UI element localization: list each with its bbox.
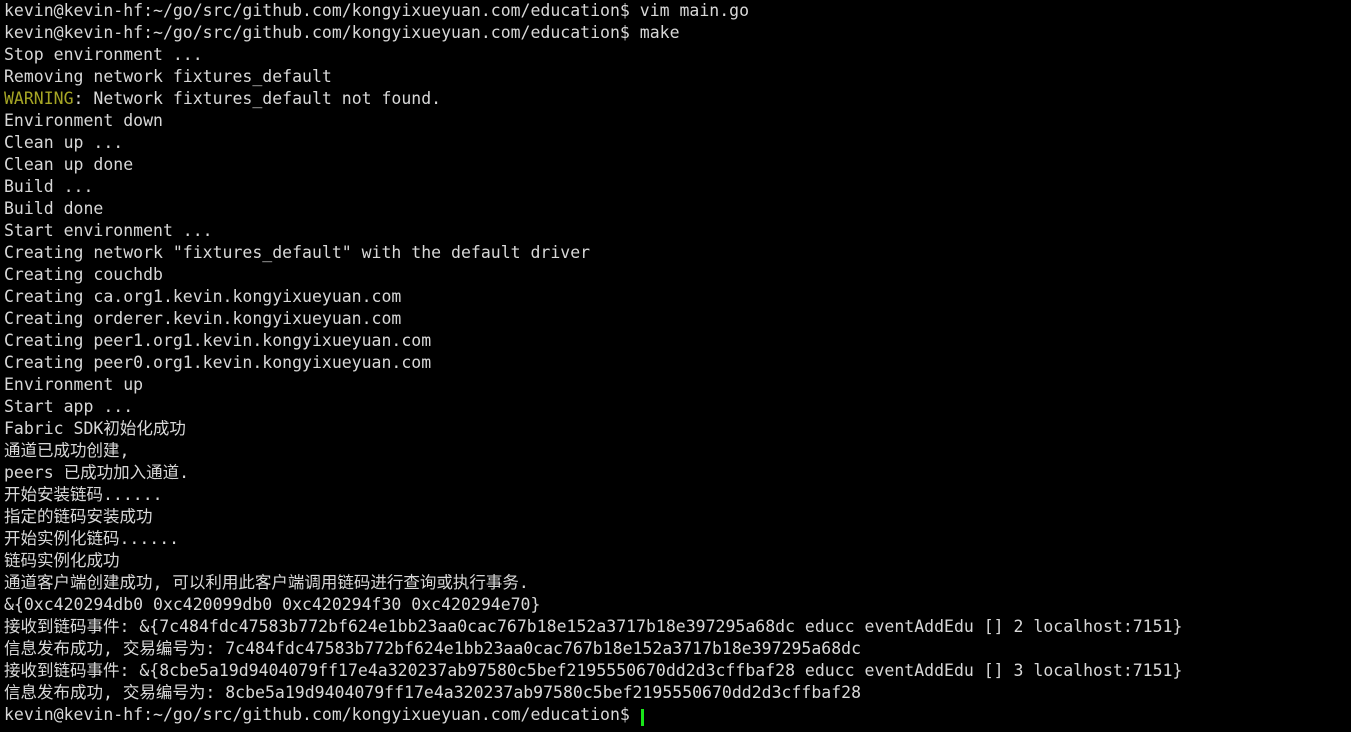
terminal-line: Creating couchdb <box>4 264 1351 286</box>
terminal-line-text: Clean up done <box>4 155 134 174</box>
terminal-line: 信息发布成功, 交易编号为: 7c484fdc47583b772bf624e1b… <box>4 638 1351 660</box>
terminal-line: 链码实例化成功 <box>4 550 1351 572</box>
terminal-line: Creating peer1.org1.kevin.kongyixueyuan.… <box>4 330 1351 352</box>
terminal-line: Environment up <box>4 374 1351 396</box>
terminal-line: kevin@kevin-hf:~/go/src/github.com/kongy… <box>4 22 1351 44</box>
terminal-line: peers 已成功加入通道. <box>4 462 1351 484</box>
terminal-line-text: Creating couchdb <box>4 265 163 284</box>
terminal-line: Clean up done <box>4 154 1351 176</box>
terminal-line-text: Start app ... <box>4 397 134 416</box>
terminal-line-text: kevin@kevin-hf:~/go/src/github.com/kongy… <box>4 705 640 724</box>
terminal-line: 指定的链码安装成功 <box>4 506 1351 528</box>
terminal-line: Start environment ... <box>4 220 1351 242</box>
text-cursor <box>640 709 644 726</box>
terminal-line-text: Build done <box>4 199 104 218</box>
terminal-line: 接收到链码事件: &{7c484fdc47583b772bf624e1bb23a… <box>4 616 1351 638</box>
terminal-line-text: Creating peer0.org1.kevin.kongyixueyuan.… <box>4 353 432 372</box>
terminal-line-text: : Network fixtures_default not found. <box>73 89 442 108</box>
terminal-line-text: &{0xc420294db0 0xc420099db0 0xc420294f30… <box>4 595 541 614</box>
terminal-line: kevin@kevin-hf:~/go/src/github.com/kongy… <box>4 0 1351 22</box>
terminal-line: WARNING: Network fixtures_default not fo… <box>4 88 1351 110</box>
terminal-line: 通道客户端创建成功, 可以利用此客户端调用链码进行查询或执行事务. <box>4 572 1351 594</box>
terminal-line: 信息发布成功, 交易编号为: 8cbe5a19d9404079ff17e4a32… <box>4 682 1351 704</box>
terminal-line-text: Clean up ... <box>4 133 124 152</box>
terminal-line-text: Stop environment ... <box>4 45 203 64</box>
terminal-line-text: Environment up <box>4 375 144 394</box>
terminal-line: Creating network "fixtures_default" with… <box>4 242 1351 264</box>
terminal-line: Start app ... <box>4 396 1351 418</box>
terminal-line-text: Creating orderer.kevin.kongyixueyuan.com <box>4 309 402 328</box>
terminal-line-text: 信息发布成功, 交易编号为: 7c484fdc47583b772bf624e1b… <box>4 639 862 658</box>
terminal-line: Fabric SDK初始化成功 <box>4 418 1351 440</box>
terminal-line: Removing network fixtures_default <box>4 66 1351 88</box>
terminal-line-text: Creating peer1.org1.kevin.kongyixueyuan.… <box>4 331 432 350</box>
terminal-line-text: Environment down <box>4 111 163 130</box>
terminal-line: Build done <box>4 198 1351 220</box>
terminal-line: 接收到链码事件: &{8cbe5a19d9404079ff17e4a320237… <box>4 660 1351 682</box>
terminal-line-text: kevin@kevin-hf:~/go/src/github.com/kongy… <box>4 1 750 20</box>
terminal-line-text: 通道客户端创建成功, 可以利用此客户端调用链码进行查询或执行事务. <box>4 573 529 592</box>
terminal-line-text: Build ... <box>4 177 94 196</box>
terminal-line: &{0xc420294db0 0xc420099db0 0xc420294f30… <box>4 594 1351 616</box>
terminal-line: Clean up ... <box>4 132 1351 154</box>
terminal-line: kevin@kevin-hf:~/go/src/github.com/kongy… <box>4 704 1351 726</box>
terminal-line: Environment down <box>4 110 1351 132</box>
terminal-line-text: Removing network fixtures_default <box>4 67 332 86</box>
terminal-line-text: 指定的链码安装成功 <box>4 507 153 526</box>
terminal-line: Creating peer0.org1.kevin.kongyixueyuan.… <box>4 352 1351 374</box>
terminal-line-text: 链码实例化成功 <box>4 551 120 570</box>
terminal-line-text: 接收到链码事件: &{7c484fdc47583b772bf624e1bb23a… <box>4 617 1183 636</box>
terminal-line: Build ... <box>4 176 1351 198</box>
terminal-line-text: Creating ca.org1.kevin.kongyixueyuan.com <box>4 287 402 306</box>
terminal-line-text: Fabric SDK初始化成功 <box>4 419 186 438</box>
terminal-line-text: 接收到链码事件: &{8cbe5a19d9404079ff17e4a320237… <box>4 661 1183 680</box>
terminal-line-text: 信息发布成功, 交易编号为: 8cbe5a19d9404079ff17e4a32… <box>4 683 862 702</box>
terminal-line-text: Start environment ... <box>4 221 213 240</box>
terminal-line-text: Creating network "fixtures_default" with… <box>4 243 591 262</box>
warning-label: WARNING <box>4 89 74 108</box>
terminal-line: Creating ca.org1.kevin.kongyixueyuan.com <box>4 286 1351 308</box>
terminal-line-text: kevin@kevin-hf:~/go/src/github.com/kongy… <box>4 23 680 42</box>
terminal-line: 开始实例化链码...... <box>4 528 1351 550</box>
terminal-line: 通道已成功创建, <box>4 440 1351 462</box>
terminal-line-text: 开始实例化链码...... <box>4 529 180 548</box>
terminal-line: 开始安装链码...... <box>4 484 1351 506</box>
terminal-line: Stop environment ... <box>4 44 1351 66</box>
terminal-line: Creating orderer.kevin.kongyixueyuan.com <box>4 308 1351 330</box>
terminal-line-text: 开始安装链码...... <box>4 485 163 504</box>
terminal-window[interactable]: kevin@kevin-hf:~/go/src/github.com/kongy… <box>0 0 1351 732</box>
terminal-line-text: 通道已成功创建, <box>4 441 130 460</box>
terminal-line-text: peers 已成功加入通道. <box>4 463 190 482</box>
